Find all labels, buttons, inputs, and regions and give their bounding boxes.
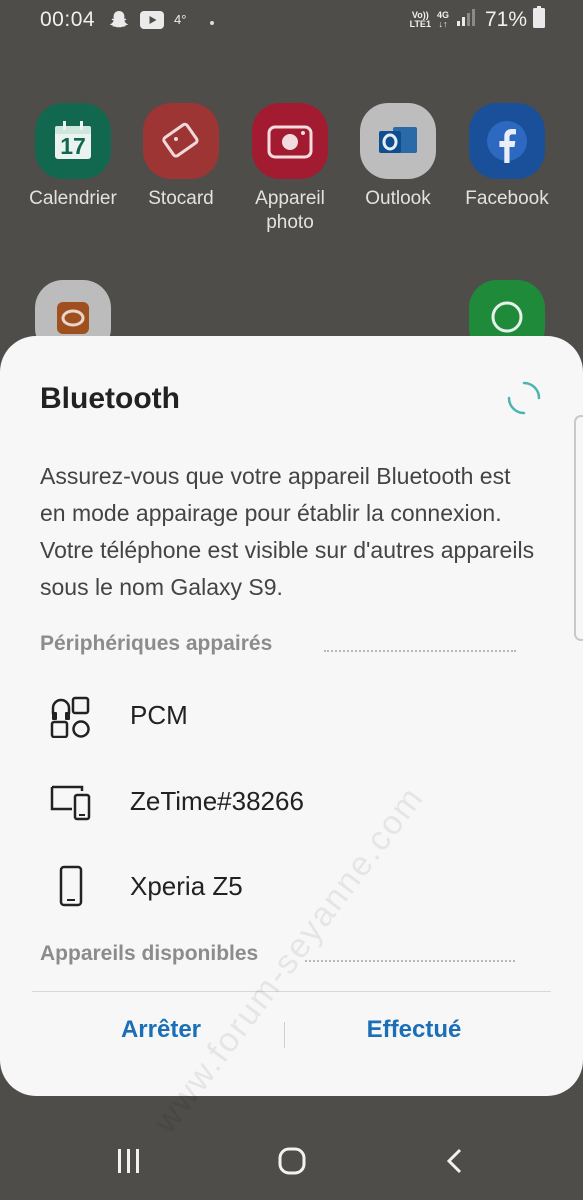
app-label: Stocard [148, 188, 214, 209]
status-time: 00:04 [40, 8, 96, 31]
app-outlook[interactable]: Outlook [344, 103, 452, 211]
section-divider [305, 960, 515, 962]
status-bar: 00:04 4° Vo)) LTE1 4G ↓↑ 71% [0, 0, 583, 40]
dialog-description: Assurez-vous que votre appareil Bluetoot… [40, 463, 535, 600]
paired-device-row[interactable]: PCM [0, 676, 583, 756]
bluetooth-dialog: Bluetooth Assurez-vous que votre apparei… [0, 336, 583, 1140]
camera-icon [252, 103, 328, 179]
paired-device-row[interactable]: Xperia Z5 [0, 847, 583, 927]
app-appareil-photo[interactable]: Appareil photo [236, 103, 344, 235]
scanning-spinner-icon [506, 380, 542, 416]
navigation-bar [0, 1125, 583, 1200]
button-separator [284, 1022, 285, 1048]
system-status-icons: Vo)) LTE1 4G ↓↑ 71% [410, 6, 545, 34]
snapchat-icon [108, 9, 130, 37]
app-label: Facebook [465, 188, 549, 209]
more-notifications-dot [210, 21, 215, 25]
facebook-icon [469, 103, 545, 179]
app-label: Appareil photo [255, 188, 325, 233]
home-button-icon[interactable] [277, 1147, 307, 1180]
stocard-icon [143, 103, 219, 179]
back-icon[interactable] [444, 1147, 466, 1180]
device-multi-icon [48, 694, 94, 739]
network-type-indicator: 4G ↓↑ [436, 10, 449, 29]
app-facebook[interactable]: Facebook [453, 103, 561, 211]
paired-devices-header: Périphériques appairés [40, 632, 273, 655]
app-label: Calendrier [29, 188, 117, 209]
battery-percent: 71% [484, 8, 527, 31]
dialog-title: Bluetooth [40, 382, 180, 415]
button-divider [32, 991, 551, 992]
notification-icons: 4° [108, 9, 215, 37]
app-stocard[interactable]: Stocard [127, 103, 235, 211]
youtube-icon [140, 11, 164, 35]
calendar-icon: 17 [35, 103, 111, 179]
volte-indicator: Vo)) LTE1 [409, 10, 431, 29]
available-devices-header: Appareils disponibles [40, 942, 259, 965]
app-calendrier[interactable]: 17 Calendrier [19, 103, 127, 211]
device-name: Xperia Z5 [130, 871, 243, 901]
battery-icon [533, 6, 545, 34]
devices-icon [48, 780, 94, 824]
app-label: Outlook [365, 188, 431, 209]
section-divider [324, 650, 516, 652]
device-name: ZeTime#38266 [130, 786, 304, 816]
device-name: PCM [130, 700, 188, 730]
weather-temperature: 4° [174, 11, 187, 27]
outlook-icon [360, 103, 436, 179]
done-button[interactable]: Effectué [314, 1016, 514, 1044]
signal-icon [455, 7, 475, 33]
smartphone-icon [48, 865, 94, 909]
recent-apps-icon[interactable] [116, 1147, 142, 1180]
edge-panel-handle[interactable] [574, 415, 583, 641]
paired-device-row[interactable]: ZeTime#38266 [0, 762, 583, 842]
calendar-day: 17 [60, 133, 86, 159]
